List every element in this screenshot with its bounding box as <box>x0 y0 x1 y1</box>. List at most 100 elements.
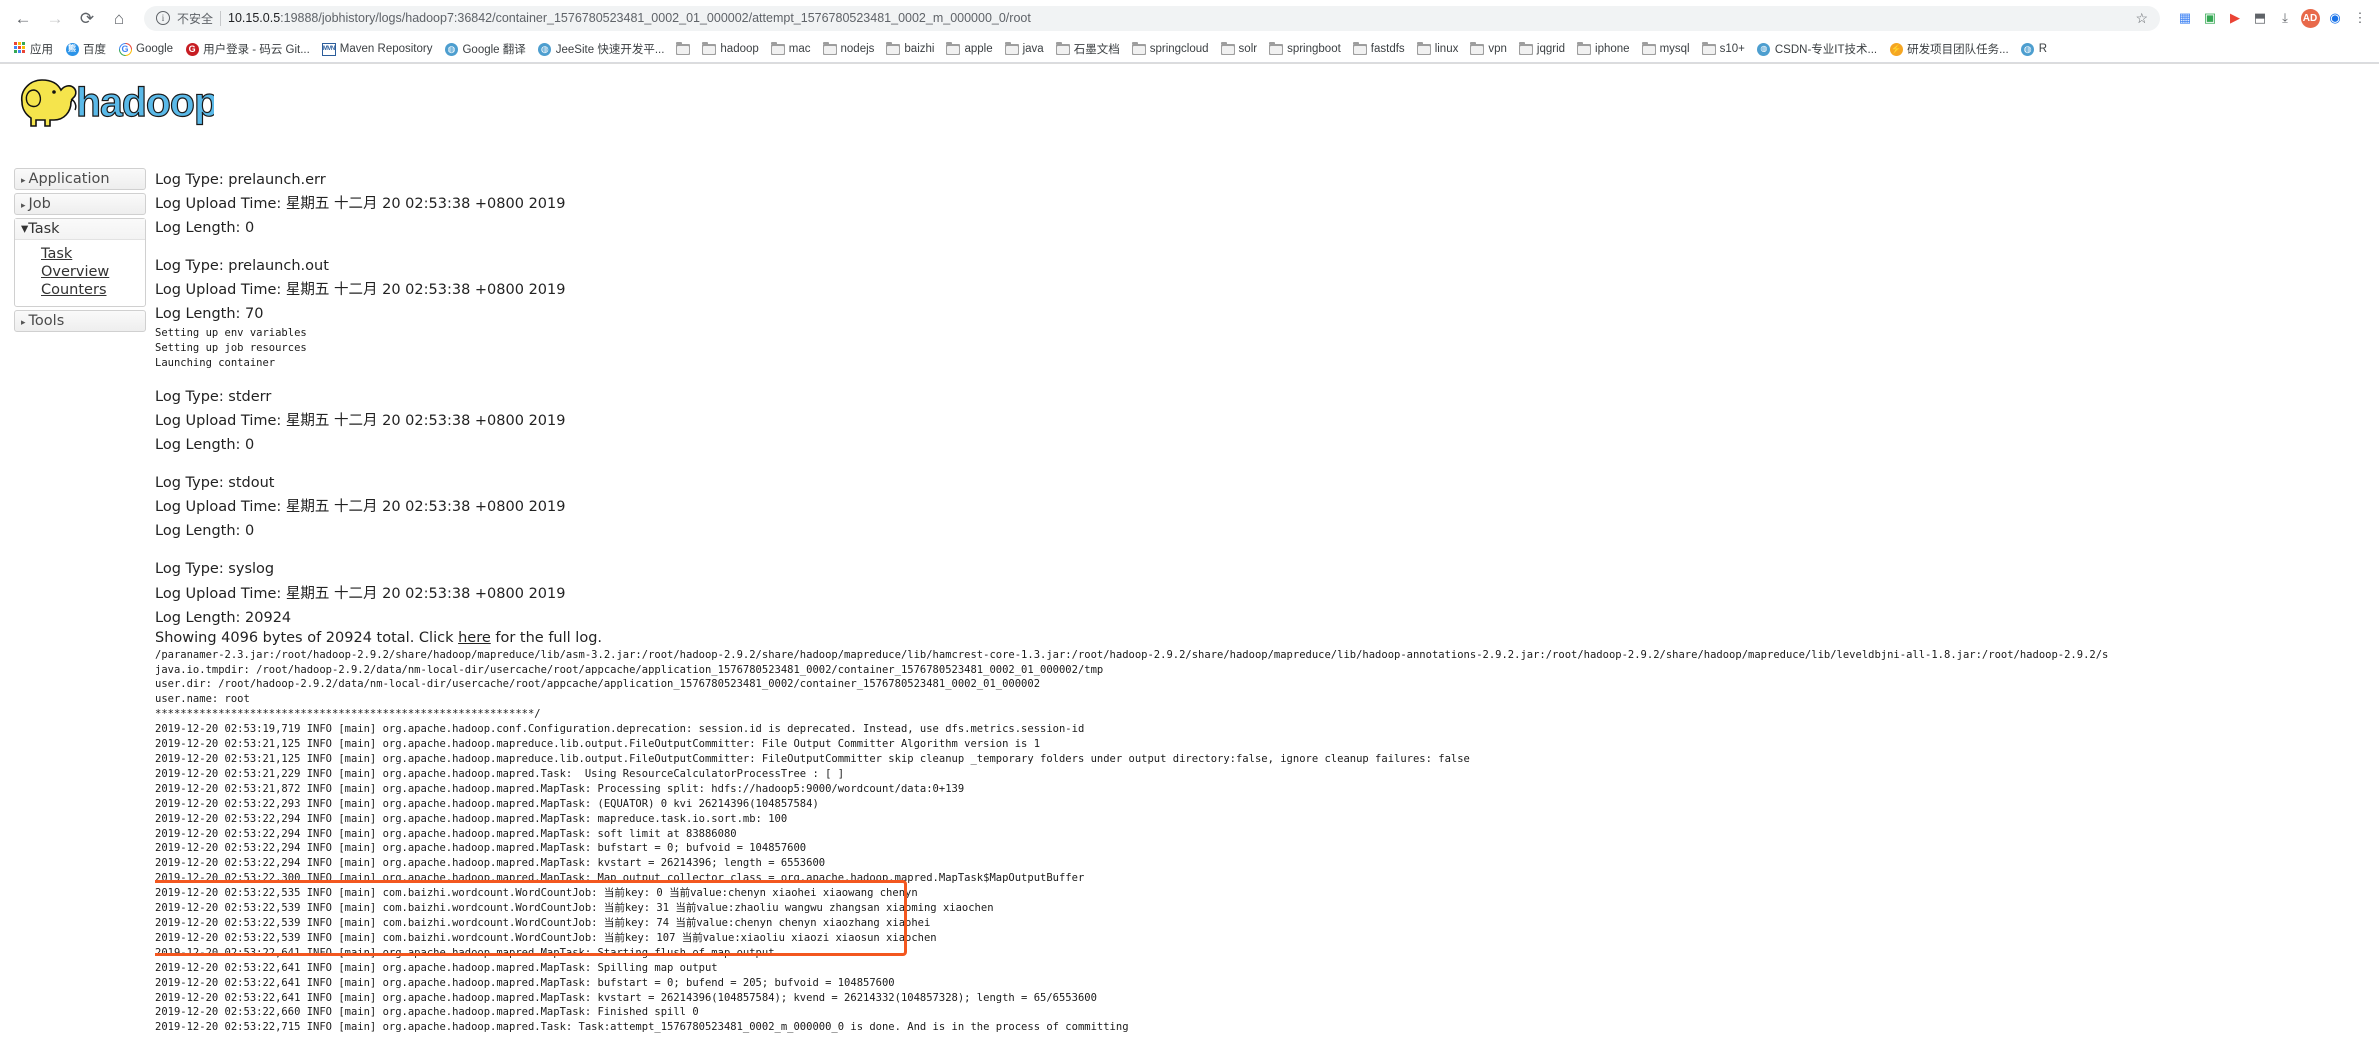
log-block-syslog: Log Type: syslog Log Upload Time: 星期五 十二… <box>155 557 2379 1036</box>
extensions-area: ▦ ▣ ▶ ⬒ ⤓ AD ◉ ⋮ <box>2170 7 2371 29</box>
bookmark-label: baizhi <box>904 43 935 55</box>
folder-icon <box>1220 41 1235 56</box>
bookmark-item[interactable]: MVN Maven Repository <box>316 40 439 58</box>
folder-icon <box>1269 41 1284 56</box>
bookmark-item[interactable]: java <box>999 40 1050 58</box>
log-length: Log Length: 0 <box>155 220 255 237</box>
bookmark-label: Google 翻译 <box>462 44 526 56</box>
log-block-stdout: Log Type: stdout Log Upload Time: 星期五 十二… <box>155 471 2379 543</box>
bookmark-label: apple <box>964 43 993 55</box>
bookmark-item[interactable]: ⚡ 研发项目团队任务... <box>1883 39 2015 59</box>
bookmark-item[interactable]: mac <box>765 40 817 58</box>
badge-icon[interactable]: AD <box>2299 7 2321 29</box>
user-icon[interactable]: ◉ <box>2324 7 2346 29</box>
apps-grid-icon <box>12 42 26 56</box>
globe-icon: ◍ <box>444 42 458 56</box>
bookmark-item[interactable]: baizhi <box>880 40 940 58</box>
bookmark-label: 应用 <box>30 44 53 56</box>
log-type: Log Type: stdout <box>155 475 275 492</box>
star-icon[interactable]: ☆ <box>2135 10 2148 27</box>
log-length: Log Length: 0 <box>155 437 255 454</box>
log-block-prelaunch-err: Log Type: prelaunch.err Log Upload Time:… <box>155 168 2379 240</box>
log-upload-time: Log Upload Time: 星期五 十二月 20 02:53:38 +08… <box>155 413 566 430</box>
bookmark-item[interactable]: G 用户登录 - 码云 Git... <box>179 39 316 59</box>
bookmark-item[interactable]: iphone <box>1571 40 1636 58</box>
full-log-link[interactable]: here <box>458 630 491 646</box>
folder-icon <box>1470 41 1485 56</box>
bookmark-label: mysql <box>1659 43 1690 55</box>
sidebar-link-task[interactable]: Task <box>41 245 145 263</box>
log-length: Log Length: 20924 <box>155 609 292 626</box>
bookmark-item[interactable]: hadoop <box>696 40 764 58</box>
download-icon[interactable]: ⤓ <box>2274 7 2296 29</box>
log-type: Log Type: syslog <box>155 561 275 578</box>
browser-toolbar: ← → ⟳ ⌂ i 不安全 10.15.0.5:19888/jobhistory… <box>0 0 2379 36</box>
bookmark-item[interactable]: apple <box>940 40 998 58</box>
info-circle-icon[interactable]: i <box>156 11 170 25</box>
sidebar-item-job[interactable]: ▸ Job <box>14 193 146 215</box>
maven-icon: MVN <box>321 42 336 56</box>
sidebar-item-application[interactable]: ▸ Application <box>14 168 146 190</box>
folder-icon <box>1131 41 1146 56</box>
bookmark-item[interactable] <box>670 40 696 58</box>
bookmark-item[interactable]: 应用 <box>6 39 59 59</box>
bookmark-item[interactable]: jqgrid <box>1513 40 1571 58</box>
bookmark-item[interactable]: nodejs <box>817 40 881 58</box>
sidebar-link-overview[interactable]: Overview <box>41 263 145 281</box>
bookmark-item[interactable]: mysql <box>1636 40 1696 58</box>
bookmark-item[interactable]: 石墨文档 <box>1050 39 1126 59</box>
bookmark-item[interactable]: ◍ CSDN-专业IT技术... <box>1751 39 1883 59</box>
forward-arrow-icon[interactable]: → <box>40 3 70 33</box>
folder-icon <box>1701 41 1716 56</box>
bookmark-item[interactable]: springcloud <box>1126 40 1215 58</box>
image-icon[interactable]: ▣ <box>2199 7 2221 29</box>
bookmark-item[interactable]: 熊百度 <box>59 39 112 59</box>
puzzle-icon[interactable]: ▦ <box>2174 7 2196 29</box>
sidebar-nav: ▸ Application ▸ Job ▾Task Task Overview Co… <box>14 168 146 335</box>
syslog-header-body: /paranamer-2.3.jar:/root/hadoop-2.9.2/sh… <box>155 648 2109 721</box>
google-icon <box>118 42 132 56</box>
bookmark-label: Maven Repository <box>339 43 433 55</box>
play-icon[interactable]: ▶ <box>2224 7 2246 29</box>
folder-icon <box>1577 41 1592 56</box>
log-upload-time: Log Upload Time: 星期五 十二月 20 02:53:38 +08… <box>155 196 566 213</box>
browser-chrome: ← → ⟳ ⌂ i 不安全 10.15.0.5:19888/jobhistory… <box>0 0 2379 64</box>
globe-icon: ◍ <box>538 42 552 56</box>
sidebar-item-tools[interactable]: ▸ Tools <box>14 310 146 333</box>
folder-icon <box>946 41 961 56</box>
bookmark-label: CSDN-专业IT技术... <box>1774 44 1878 56</box>
bookmark-item[interactable]: solr <box>1215 40 1264 58</box>
log-upload-time: Log Upload Time: 星期五 十二月 20 02:53:38 +08… <box>155 499 566 516</box>
bookmark-item[interactable]: linux <box>1411 40 1465 58</box>
address-bar[interactable]: i 不安全 10.15.0.5:19888/jobhistory/logs/ha… <box>144 5 2160 31</box>
browser-menu-icon[interactable]: ⋮ <box>2349 7 2371 29</box>
log-block-prelaunch-out: Log Type: prelaunch.out Log Upload Time:… <box>155 254 2379 371</box>
folder-icon <box>1416 41 1431 56</box>
bookmark-item[interactable]: vpn <box>1464 40 1513 58</box>
hadoop-logo[interactable]: hadoop <box>0 64 2379 140</box>
bookmark-item[interactable]: ◍ Google 翻译 <box>438 39 531 59</box>
bookmark-item[interactable]: Google <box>112 40 179 58</box>
back-arrow-icon[interactable]: ← <box>8 3 38 33</box>
sidebar-item-task[interactable]: ▾Task <box>15 219 145 240</box>
bookmark-label: 百度 <box>83 44 106 56</box>
bookmark-item[interactable]: fastdfs <box>1347 40 1411 58</box>
bookmark-label: Google <box>136 43 174 55</box>
home-icon[interactable]: ⌂ <box>104 3 134 33</box>
bookmark-item[interactable]: ◍ JeeSite 快速开发平... <box>532 39 671 59</box>
bookmark-label: mac <box>788 43 811 55</box>
bookmark-label: nodejs <box>840 43 875 55</box>
bookmark-item[interactable]: springboot <box>1263 40 1347 58</box>
chart-icon[interactable]: ⬒ <box>2249 7 2271 29</box>
folder-icon <box>1055 41 1070 56</box>
bookmark-item[interactable]: s10+ <box>1696 40 1751 58</box>
showing-suffix: for the full log. <box>490 629 603 646</box>
sidebar-link-counters[interactable]: Counters <box>41 281 145 299</box>
security-status-label: 不安全 <box>177 11 214 26</box>
svg-text:hadoop: hadoop <box>76 79 214 125</box>
reload-icon[interactable]: ⟳ <box>72 3 102 33</box>
log-body: Setting up env variables Setting up job … <box>155 327 307 370</box>
bookmark-item[interactable]: ◍ R <box>2015 40 2053 58</box>
bookmark-label: R <box>2038 43 2048 55</box>
baidu-icon: 熊 <box>65 42 79 56</box>
